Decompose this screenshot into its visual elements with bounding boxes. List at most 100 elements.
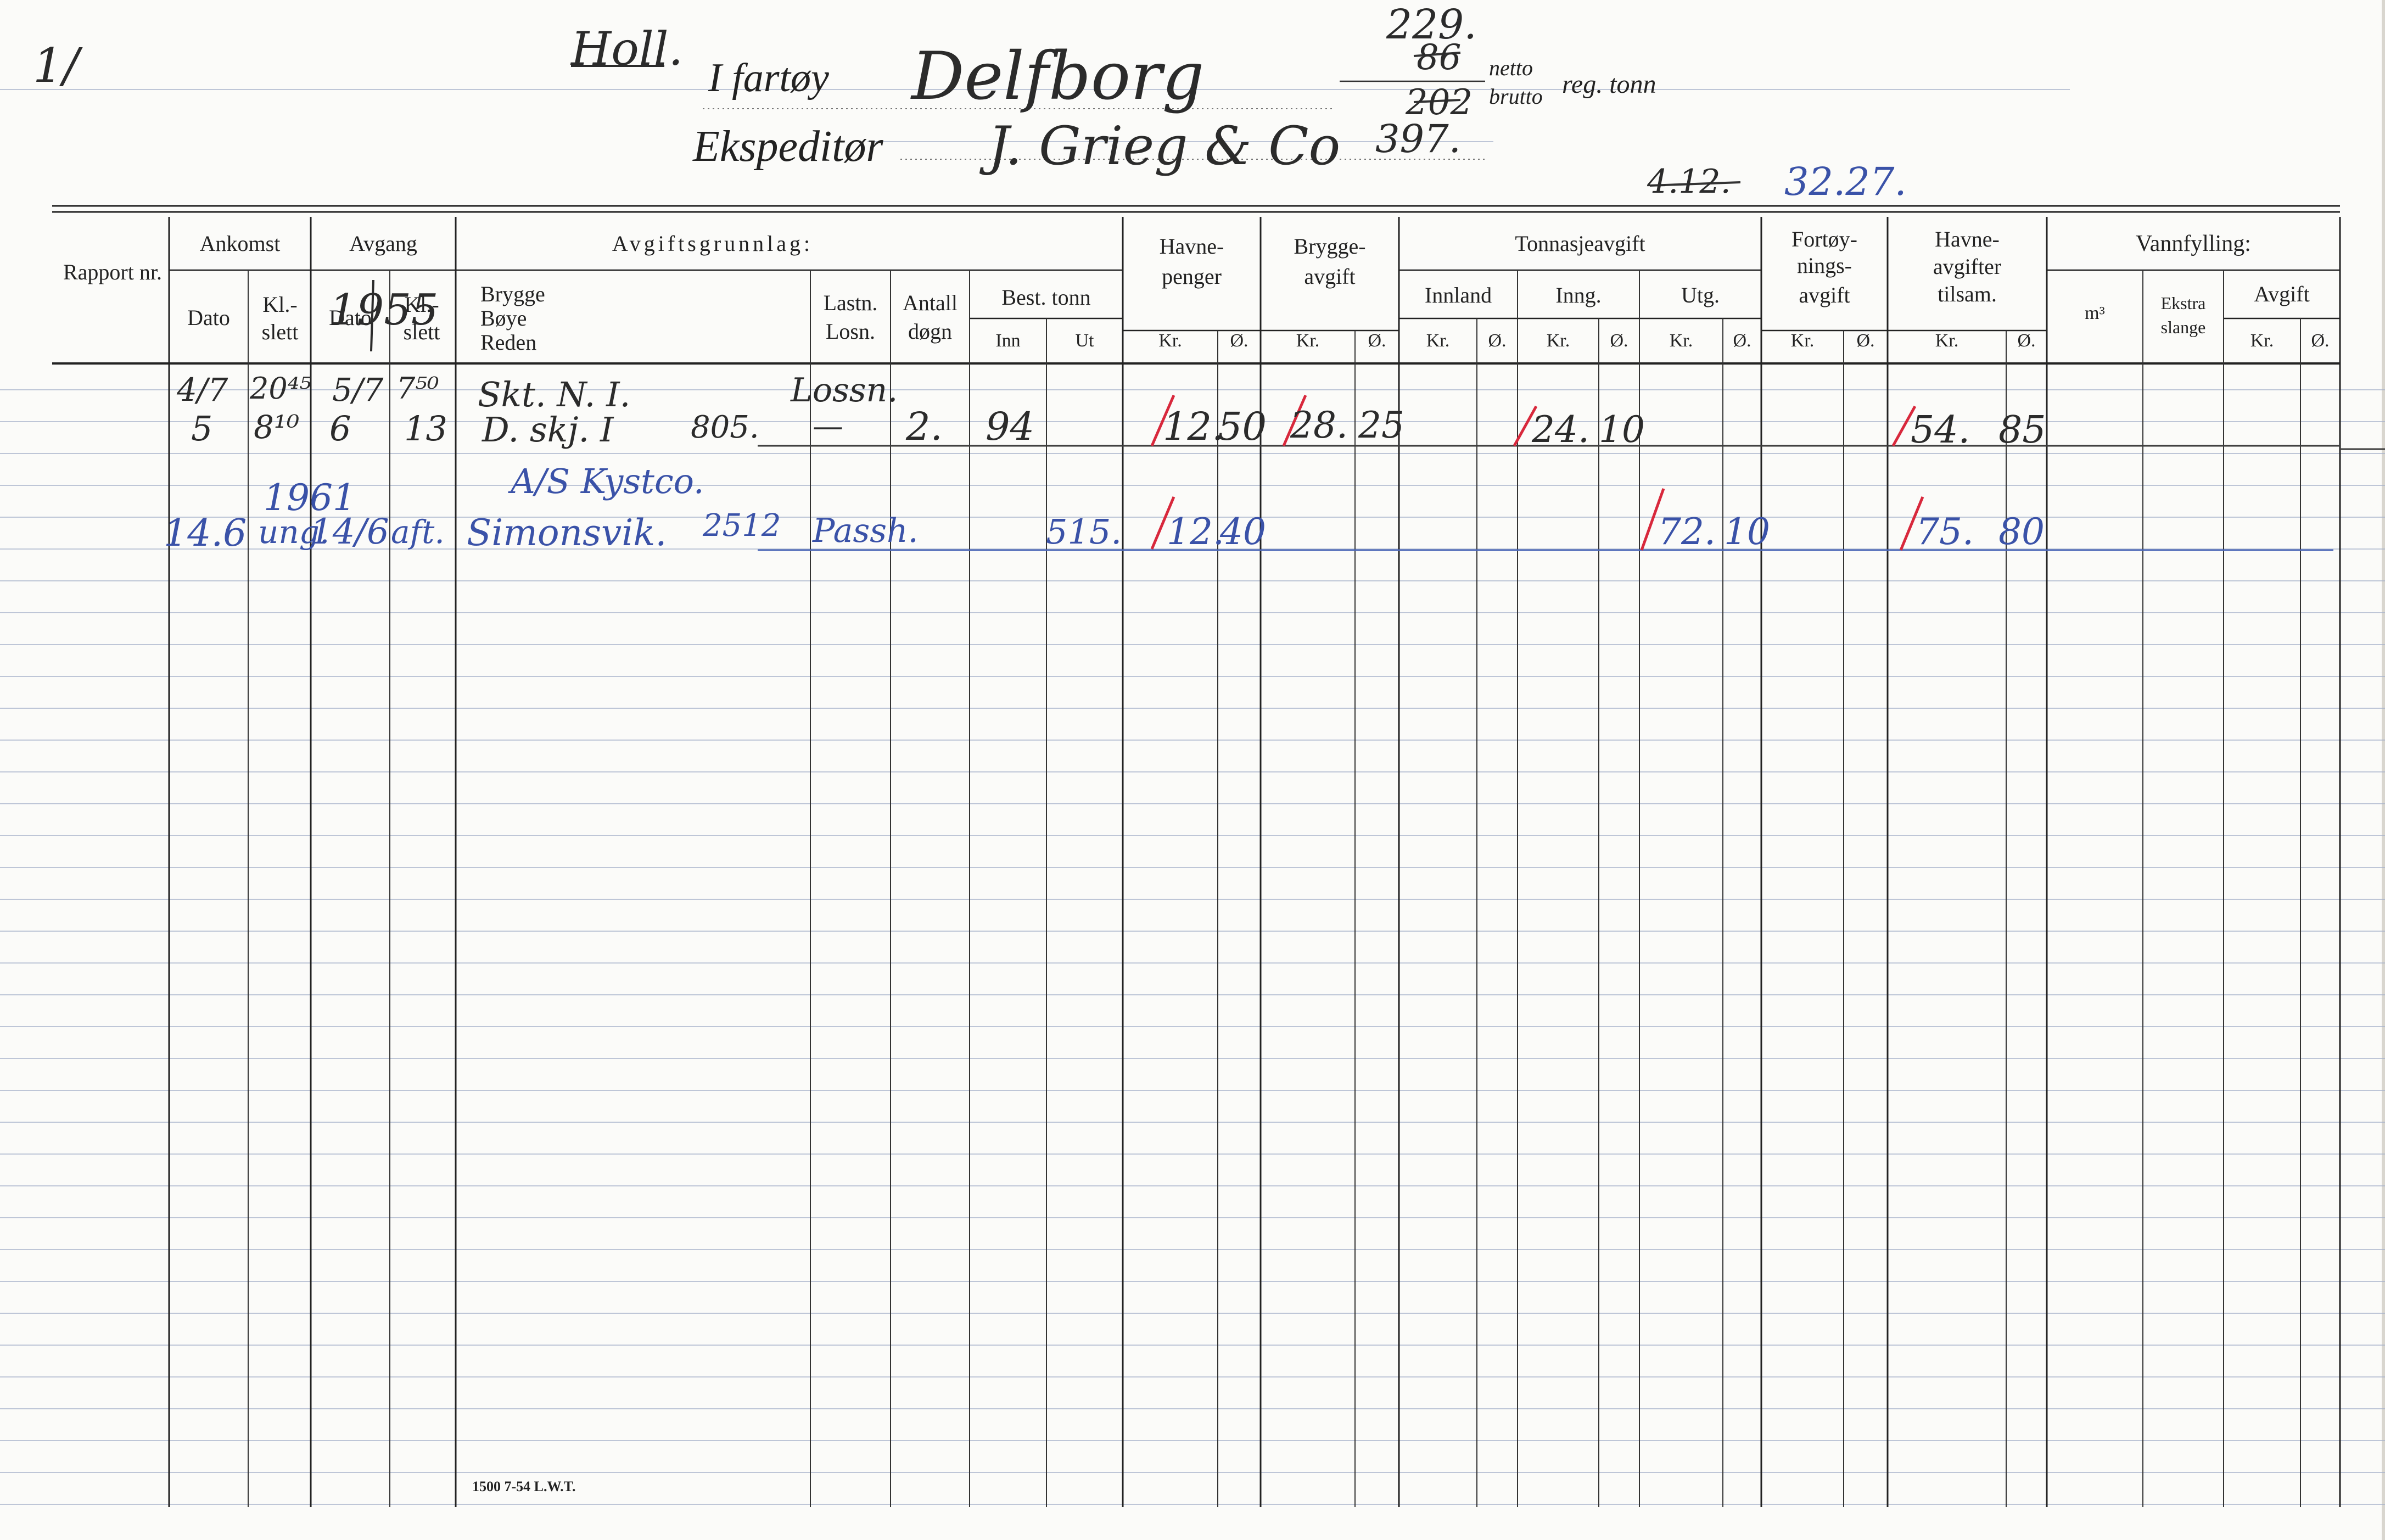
old-reference: 4.12. xyxy=(1647,163,1731,201)
header-ore: Ø. xyxy=(1368,331,1386,351)
entry1-ton-note: 805. xyxy=(691,410,759,445)
header-kr: Kr. xyxy=(1296,331,1320,351)
entry2-utg-ore: 10 xyxy=(1724,511,1770,553)
entry1-brygge-2: D. skj. I xyxy=(482,410,614,450)
entry1-ank-dato-1: 4/7 xyxy=(177,371,228,408)
header-bryggeavgift-2: avgift xyxy=(1304,264,1356,289)
header-ore: Ø. xyxy=(2017,331,2036,351)
harbour-fee-card: 1/ Holl. I fartøy Delfborg Ekspeditør J.… xyxy=(0,0,2385,1540)
header-avgiftsgrunnlag: Avgiftsgrunnlag: xyxy=(612,231,814,256)
header-kr: Kr. xyxy=(1546,331,1570,351)
entry1-avg-dato-1: 5/7 xyxy=(332,371,384,408)
entry1-inng-kr: 24. xyxy=(1532,408,1589,451)
entry1-lastn-2: — xyxy=(813,408,843,444)
entry1-havnepenger-ore: 50 xyxy=(1218,404,1267,449)
entry2-brygge: Simonsvik. xyxy=(467,512,667,554)
entry2-tilsam-kr: 75. xyxy=(1916,511,1974,553)
header-boye: Bøye xyxy=(480,306,527,331)
header-dogn: døgn xyxy=(908,319,952,344)
header-brygge: Brygge xyxy=(480,282,545,306)
header-lastn: Lastn. xyxy=(823,290,878,315)
header-losn: Losn. xyxy=(826,319,875,344)
header-havnepenger-2: penger xyxy=(1162,264,1222,289)
header-rapport: Rapport nr. xyxy=(63,260,162,284)
new-reference: 32.27. xyxy=(1784,159,1907,204)
header-ore: Ø. xyxy=(1230,331,1249,351)
expeditor-name: J. Grieg & Co xyxy=(988,115,1341,177)
header-ank-dato: Dato xyxy=(187,305,230,330)
header-ut: Ut xyxy=(1075,331,1094,351)
header-m3: m³ xyxy=(2085,303,2105,323)
header-ank-klslett: Kl.- slett xyxy=(261,292,299,344)
vessel-name: Delfborg xyxy=(911,38,1205,115)
entry1-lastn-1: Lossn. xyxy=(791,371,898,410)
header-ekstra-2: slange xyxy=(2160,317,2206,337)
header-fortoy-3: avgift xyxy=(1799,283,1850,307)
entry1-ank-dato-2: 5 xyxy=(191,408,213,449)
header-ore: Ø. xyxy=(1488,331,1507,351)
entry1-year-note: 1955 xyxy=(329,285,439,335)
header-havneavg-3: tilsam. xyxy=(1938,282,1997,306)
entry2-avg-dato: 14/6 xyxy=(310,512,389,552)
ekspeditor-label: Ekspeditør xyxy=(693,122,883,171)
header-avgang: Avgang xyxy=(349,231,417,256)
entry1-brygge-1: Skt. N. I. xyxy=(478,374,631,415)
header-havnepenger-1: Havne- xyxy=(1159,234,1224,259)
entry1-tilsam-kr: 54. xyxy=(1911,408,1970,452)
header-ore: Ø. xyxy=(1610,331,1628,351)
fartoy-label: I fartøy xyxy=(708,55,829,100)
print-code: 1500 7-54 L.W.T. xyxy=(472,1479,576,1494)
entry2-company: A/S Kystco. xyxy=(511,461,704,501)
entry2-ank-dato: 14.6 xyxy=(164,512,247,555)
entry1-inng-ore: 10 xyxy=(1599,408,1645,451)
header-kr: Kr. xyxy=(2250,331,2274,351)
header-kr: Kr. xyxy=(1790,331,1815,351)
header-ore: Ø. xyxy=(1856,331,1875,351)
header-ore: Ø. xyxy=(1733,331,1751,351)
entry2-utg-kr: 72. xyxy=(1658,511,1716,553)
reg-tonn-label: reg. tonn xyxy=(1562,70,1656,99)
header-reden: Reden xyxy=(480,330,537,355)
entry1-avg-kl-1: 7⁵⁰ xyxy=(396,371,439,406)
entry1-avg-kl-2: 13 xyxy=(404,408,447,449)
entry2-ton-note: 2512 xyxy=(703,508,781,544)
header-fortoy-1: Fortøy- xyxy=(1791,227,1857,251)
netto-label: netto xyxy=(1489,55,1533,80)
header-vannfylling: Vannfylling: xyxy=(2136,231,2251,256)
entry1-havnepenger-kr: 12. xyxy=(1163,404,1224,449)
netto-value: 86 xyxy=(1417,37,1462,78)
corner-mark: 1/ xyxy=(33,38,79,93)
entry1-avg-dato-2: 6 xyxy=(329,408,351,449)
header-ankomst: Ankomst xyxy=(199,231,281,256)
header-kr: Kr. xyxy=(1935,331,1959,351)
entry2-havnepenger-ore: 40 xyxy=(1220,511,1266,553)
tonnage-bottom: 397. xyxy=(1375,116,1461,161)
entry2-lastn: Passh. xyxy=(813,512,919,550)
location-note: Holl. xyxy=(571,22,684,76)
header-inn: Inn xyxy=(995,331,1021,351)
header-kr: Kr. xyxy=(1426,331,1450,351)
entry1-ank-kl-2: 8¹⁰ xyxy=(254,408,300,446)
header-tonnasjeavgift: Tonnasjeavgift xyxy=(1515,231,1645,256)
brutto-label: brutto xyxy=(1489,84,1543,109)
header-ore: Ø. xyxy=(2311,331,2330,351)
entry2-best-ut: 515. xyxy=(1046,512,1122,552)
entry1-bryggeavgift-ore: 25 xyxy=(1358,404,1404,446)
header-innland: Innland xyxy=(1424,283,1492,307)
entry1-ank-kl-1: 20⁴⁵ xyxy=(250,371,312,406)
entry1-antall: 2. xyxy=(906,404,943,449)
entry2-avg-kl: aft. xyxy=(391,513,445,551)
entry2-havnepenger-kr: 12. xyxy=(1167,511,1224,553)
header-ekstra-1: Ekstra xyxy=(2160,293,2206,313)
header-kr: Kr. xyxy=(1669,331,1693,351)
header-kr: Kr. xyxy=(1158,331,1182,351)
entry1-bryggeavgift-kr: 28. xyxy=(1290,404,1348,446)
header-utg: Utg. xyxy=(1681,283,1720,307)
header-havneavg-1: Havne- xyxy=(1935,227,2000,251)
header-inng: Inng. xyxy=(1555,283,1602,307)
header-vann-avgift: Avgift xyxy=(2254,282,2310,306)
header-havneavg-2: avgifter xyxy=(1933,254,2002,279)
entry1-best-inn: 94 xyxy=(986,404,1035,449)
entry2-tilsam-ore: 80 xyxy=(1998,511,2045,553)
header-fortoy-2: nings- xyxy=(1797,253,1852,278)
